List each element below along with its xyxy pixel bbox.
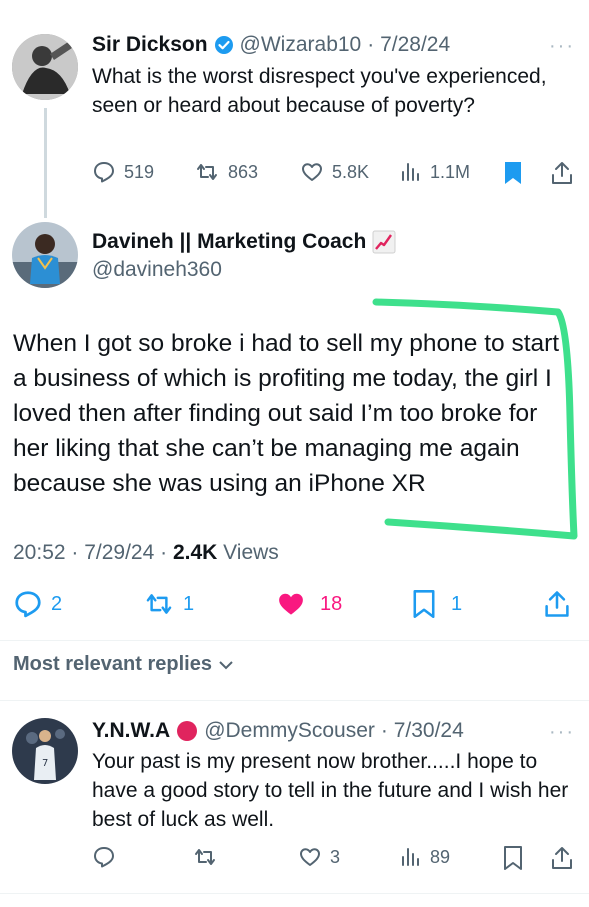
reply-icon [94, 847, 114, 868]
reply-actions: 3 89 [92, 845, 578, 871]
divider [0, 893, 589, 894]
views-count: 89 [430, 846, 451, 867]
repost-button[interactable] [192, 845, 218, 869]
sort-dropdown[interactable]: Most relevant replies [13, 653, 234, 676]
repost-count: 1 [183, 592, 195, 615]
more-options-icon[interactable]: ··· [549, 35, 575, 58]
divider [0, 640, 589, 641]
heart-icon [300, 848, 320, 866]
repost-icon [146, 594, 172, 614]
share-icon [552, 162, 572, 184]
author-handle[interactable]: @Wizarab10 [240, 33, 362, 57]
original-post-header: Sir Dickson @Wizarab10 · 7/28/24 [92, 33, 450, 57]
divider [0, 700, 589, 701]
bookmark-icon [504, 846, 522, 870]
author-handle[interactable]: @davineh360 [92, 258, 222, 282]
like-button[interactable]: 3 [298, 845, 340, 869]
author-name[interactable]: Sir Dickson [92, 33, 208, 57]
bookmark-count: 1 [451, 592, 463, 615]
views-button[interactable]: 89 [400, 845, 450, 869]
repost-button[interactable]: 1 [143, 589, 194, 619]
bookmark-icon [413, 590, 435, 618]
share-button[interactable] [543, 589, 571, 624]
avatar-image [12, 222, 78, 288]
views-count: 2.4K [172, 541, 218, 564]
repost-icon [197, 164, 217, 180]
bookmark-button[interactable] [502, 845, 524, 876]
reply-button[interactable]: 519 [92, 160, 154, 184]
heart-icon [302, 163, 322, 181]
share-button[interactable] [550, 160, 574, 191]
views-label: Views [217, 541, 279, 564]
reply-icon [15, 591, 41, 618]
reply-icon [94, 162, 114, 183]
post-date[interactable]: · 7/28/24 [367, 33, 450, 57]
author-name[interactable]: Y.N.W.A [92, 719, 170, 743]
like-count: 5.8K [332, 161, 370, 182]
post-meta: 20:52 · 7/29/24 · 2.4K Views [13, 541, 279, 565]
main-post-actions: 2 1 18 1 [13, 589, 575, 619]
avatar-image [12, 34, 78, 100]
bookmark-button[interactable] [502, 160, 524, 191]
heart-filled-icon [279, 593, 303, 615]
original-post-actions: 519 863 5.8K 1.1M [92, 160, 578, 186]
like-button[interactable]: 5.8K [300, 160, 369, 184]
like-count: 3 [330, 846, 341, 867]
like-count: 18 [320, 592, 343, 615]
main-post-header: Davineh || Marketing Coach [92, 230, 396, 254]
chevron-down-icon [219, 660, 233, 669]
share-icon [545, 591, 569, 617]
svg-text:7: 7 [42, 758, 48, 769]
share-button[interactable] [550, 845, 574, 876]
original-post-text: What is the worst disrespect you've expe… [92, 65, 547, 117]
bookmark-button[interactable]: 1 [411, 589, 462, 619]
reply-count: 519 [124, 161, 155, 182]
views-icon [402, 163, 419, 181]
share-icon [552, 847, 572, 869]
post-date[interactable]: · 7/30/24 [381, 719, 464, 743]
reply-button[interactable] [92, 845, 116, 869]
avatar-image: 7 [12, 718, 78, 784]
bookmark-filled-icon [505, 162, 521, 184]
like-button[interactable]: 18 [276, 589, 342, 619]
reply-count: 2 [51, 592, 63, 615]
avatar-sir-dickson[interactable] [12, 34, 78, 100]
views-button[interactable]: 1.1M [400, 160, 470, 184]
reply-header: Y.N.W.A @DemmyScouser · 7/30/24 [92, 719, 464, 743]
red-circle-emoji-icon [176, 720, 198, 742]
chart-increasing-emoji-icon [372, 230, 396, 254]
repost-button[interactable]: 863 [194, 160, 258, 184]
author-name[interactable]: Davineh || Marketing Coach [92, 230, 366, 254]
post-timestamp[interactable]: 20:52 · 7/29/24 · [13, 541, 173, 564]
views-icon [402, 848, 419, 866]
author-handle[interactable]: @DemmyScouser [204, 719, 375, 743]
repost-count: 863 [228, 161, 259, 182]
more-options-icon[interactable]: ··· [549, 721, 575, 744]
thread-line [44, 108, 47, 218]
avatar-davineh[interactable] [12, 222, 78, 288]
repost-icon [195, 849, 215, 865]
reply-text: Your past is my present now brother.....… [92, 750, 569, 831]
reply-button[interactable]: 2 [13, 589, 62, 619]
sort-label: Most relevant replies [13, 653, 212, 675]
avatar-ynwa[interactable]: 7 [12, 718, 78, 784]
verified-badge-icon [214, 35, 234, 55]
highlight-annotation [372, 298, 578, 540]
views-count: 1.1M [430, 161, 471, 182]
